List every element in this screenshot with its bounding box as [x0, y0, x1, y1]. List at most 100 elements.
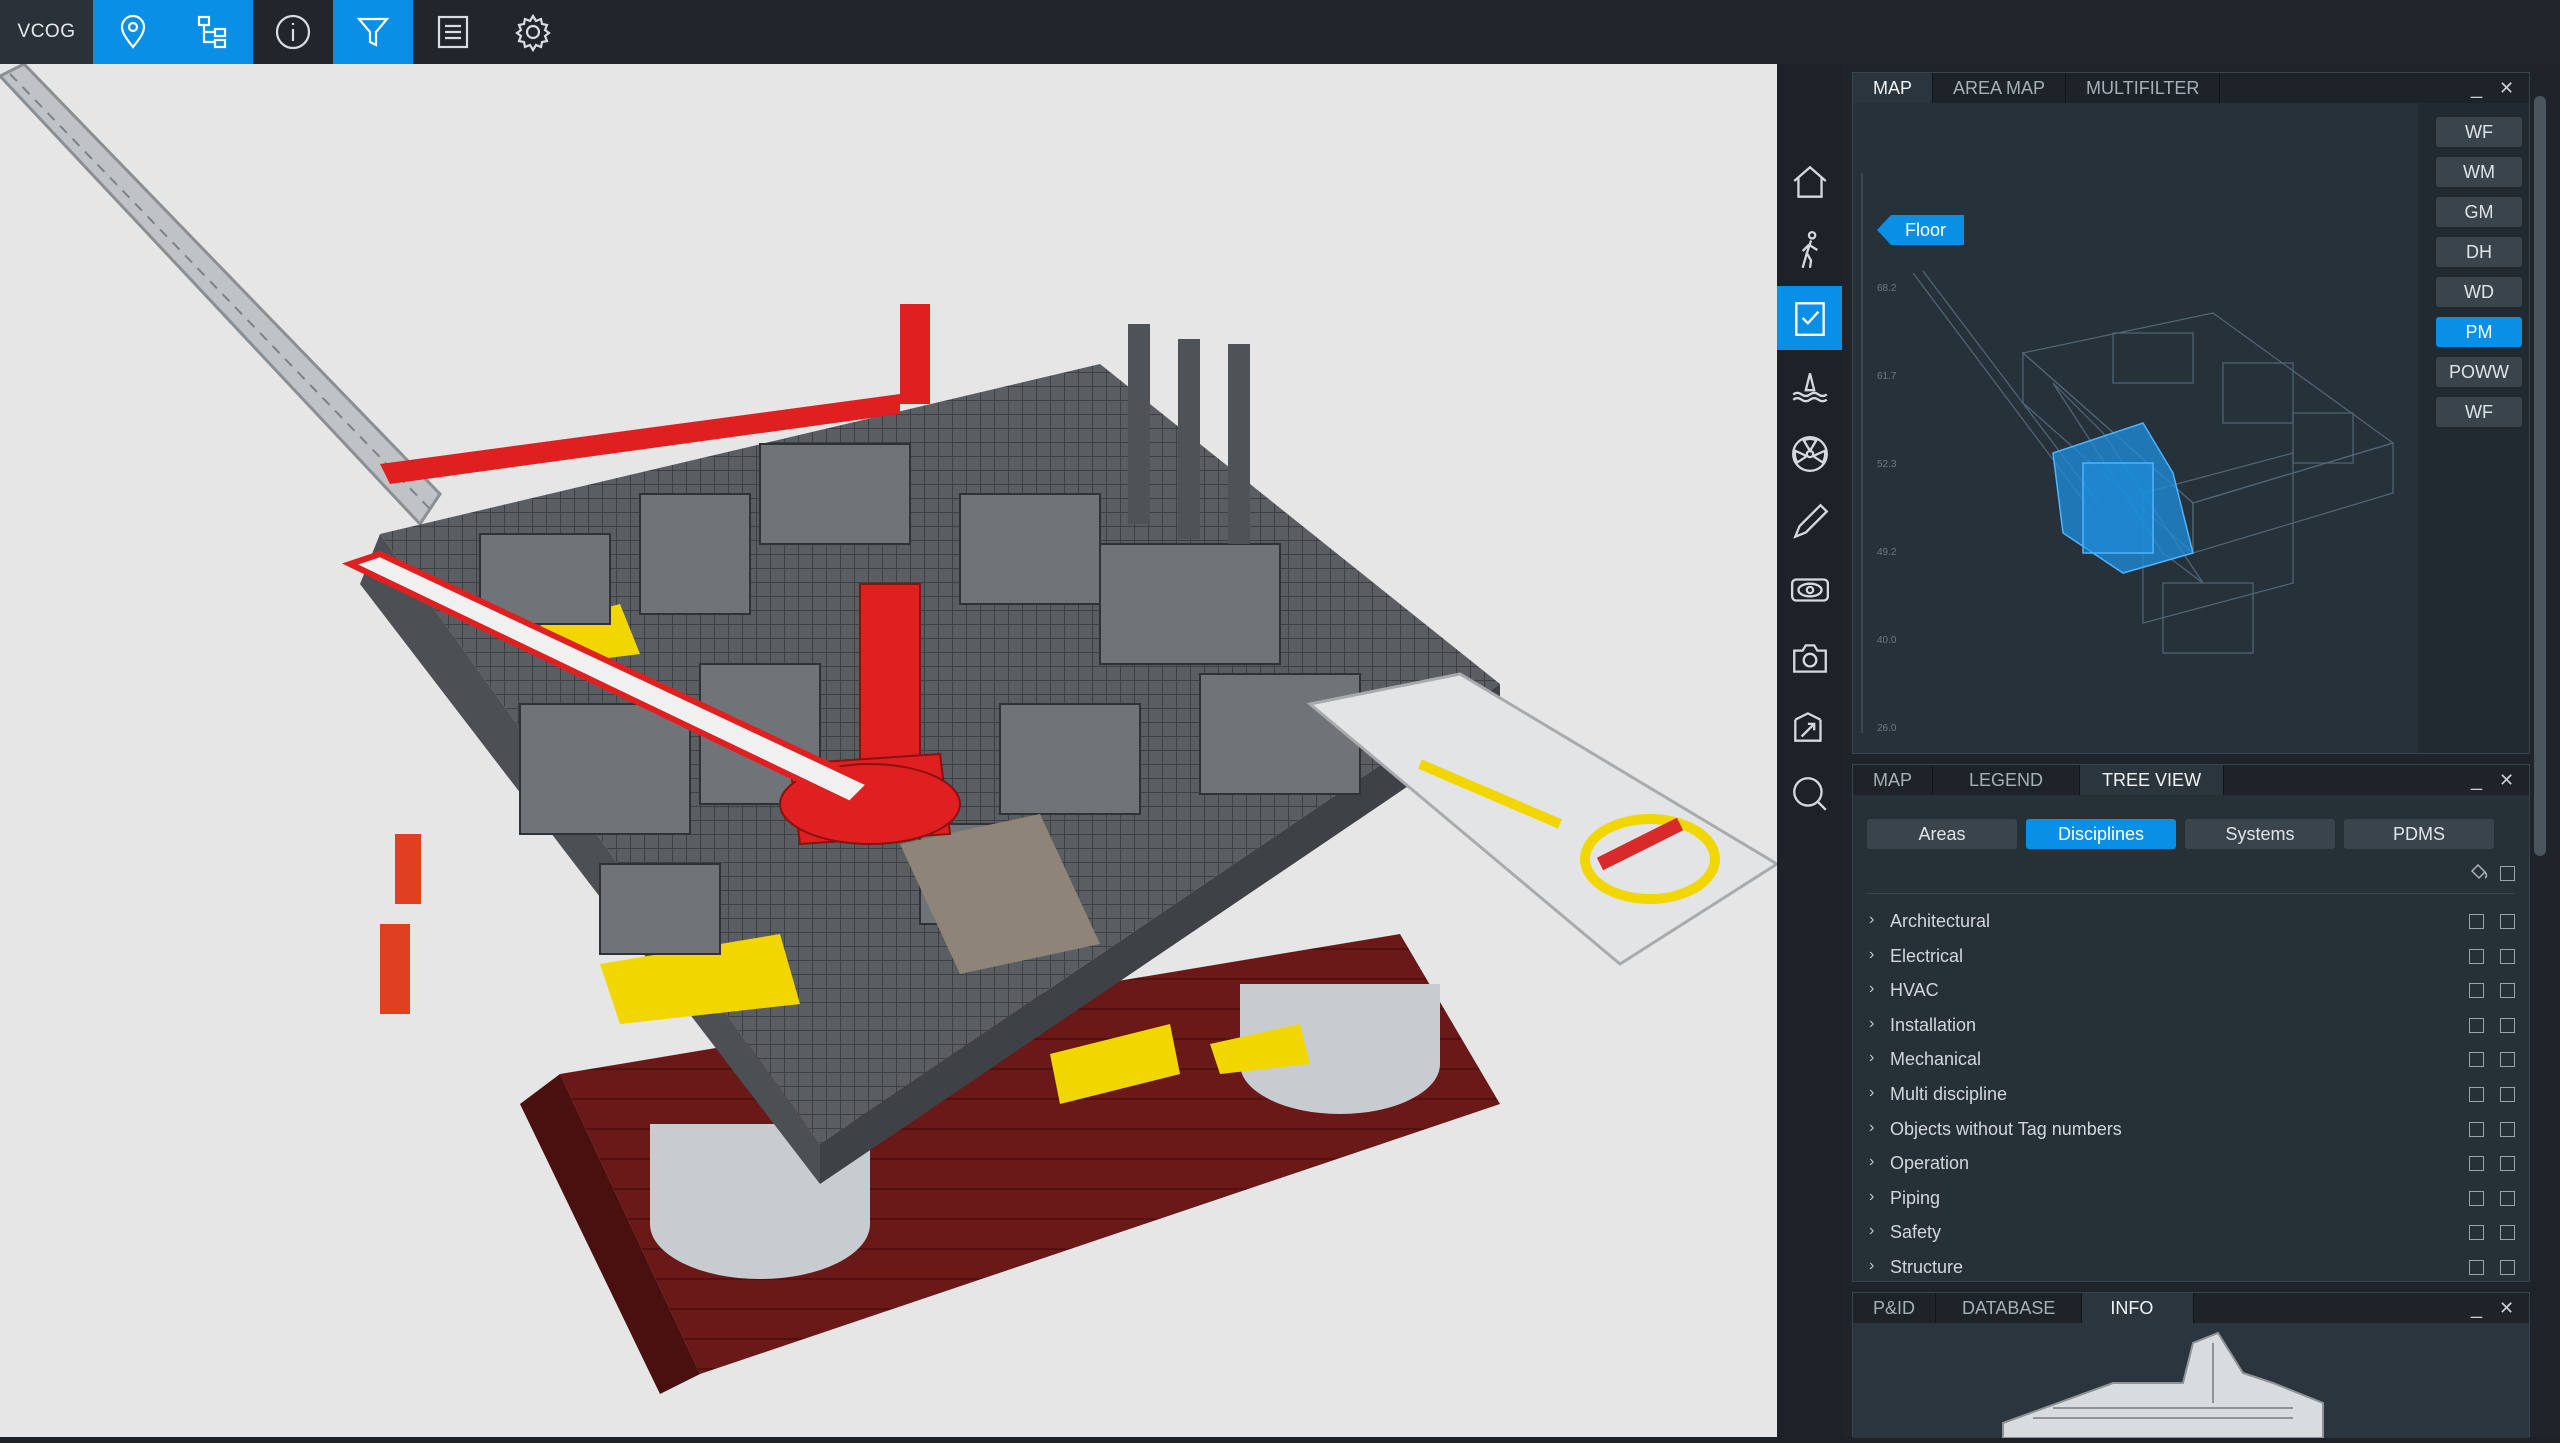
visibility-checkbox[interactable]	[2469, 948, 2484, 964]
select-checkbox[interactable]	[2500, 983, 2515, 999]
notes-button[interactable]	[1777, 286, 1842, 350]
top-toolbar: VCOG	[0, 0, 2560, 64]
tree-item[interactable]: › Multi discipline	[1853, 1077, 2529, 1112]
tree-item[interactable]: › Piping	[1853, 1181, 2529, 1216]
level-button[interactable]: POWW	[2436, 357, 2522, 387]
tab-tree-view[interactable]: TREE VIEW	[2080, 765, 2225, 795]
chevron-right-icon[interactable]: ›	[1869, 981, 1883, 997]
tab-legend[interactable]: LEGEND	[1933, 765, 2081, 795]
segment-systems[interactable]: Systems	[2185, 819, 2335, 849]
minimize-button[interactable]: _	[2471, 765, 2482, 795]
select-checkbox[interactable]	[2500, 1225, 2515, 1241]
select-all-checkbox[interactable]	[2500, 866, 2515, 881]
select-checkbox[interactable]	[2500, 1052, 2515, 1068]
tab-area-map[interactable]: AREA MAP	[1933, 73, 2067, 103]
tree-item[interactable]: › Safety	[1853, 1215, 2529, 1250]
tree-item[interactable]: › Electrical	[1853, 939, 2529, 974]
segment-pdms[interactable]: PDMS	[2344, 819, 2494, 849]
app-brand: VCOG	[0, 0, 93, 64]
water-level-button[interactable]	[1777, 354, 1842, 418]
select-checkbox[interactable]	[2500, 1087, 2515, 1102]
select-checkbox[interactable]	[2500, 1156, 2515, 1172]
location-pin-button[interactable]	[93, 0, 173, 64]
close-button[interactable]: ✕	[2499, 1293, 2514, 1323]
tree-item[interactable]: › Mechanical	[1853, 1042, 2529, 1077]
tree-item[interactable]: › HVAC	[1853, 973, 2529, 1008]
chevron-right-icon[interactable]: ›	[1869, 1085, 1883, 1101]
info-button[interactable]	[253, 0, 333, 64]
panel-scrollbar[interactable]	[2534, 96, 2546, 856]
minimize-button[interactable]: _	[2471, 1293, 2482, 1323]
chevron-right-icon[interactable]: ›	[1869, 946, 1883, 962]
select-checkbox[interactable]	[2500, 948, 2515, 964]
level-button[interactable]: DH	[2436, 237, 2522, 267]
draw-button[interactable]	[1777, 490, 1842, 554]
close-button[interactable]: ✕	[2499, 765, 2514, 795]
list-document-button[interactable]	[413, 0, 493, 64]
level-button[interactable]: WM	[2436, 157, 2522, 187]
floor-badge: Floor	[1877, 215, 1965, 245]
tab-database[interactable]: DATABASE	[1936, 1293, 2083, 1323]
visibility-checkbox[interactable]	[2469, 1121, 2484, 1137]
filter-button[interactable]	[333, 0, 413, 64]
segment-disciplines[interactable]: Disciplines	[2026, 819, 2176, 849]
visibility-checkbox[interactable]	[2469, 1190, 2484, 1206]
chevron-right-icon[interactable]: ›	[1869, 1188, 1883, 1204]
walk-mode-button[interactable]	[1777, 218, 1842, 282]
tree-item[interactable]: › Installation	[1853, 1008, 2529, 1043]
selected-area-highlight	[2052, 422, 2194, 574]
visibility-checkbox[interactable]	[2469, 1052, 2484, 1068]
hierarchy-tree-button[interactable]	[173, 0, 253, 64]
select-checkbox[interactable]	[2500, 914, 2515, 929]
tab-map[interactable]: MAP	[1853, 73, 1934, 103]
search-button[interactable]	[1777, 762, 1842, 826]
floor-map[interactable]: Floor 68.2 61.7 52.3 49.2 40.0 26.0 WF W…	[1853, 103, 2529, 753]
select-checkbox[interactable]	[2500, 1190, 2515, 1206]
export-button[interactable]	[1777, 694, 1842, 758]
segment-areas[interactable]: Areas	[1867, 819, 2017, 849]
visibility-checkbox[interactable]	[2469, 1017, 2484, 1033]
location-pin-icon	[120, 14, 146, 49]
level-label: 61.7	[1877, 371, 1897, 382]
tab-multifilter[interactable]: MULTIFILTER	[2066, 73, 2221, 103]
select-checkbox[interactable]	[2500, 1017, 2515, 1033]
tab-map[interactable]: MAP	[1853, 765, 1934, 795]
chevron-right-icon[interactable]: ›	[1869, 1258, 1883, 1274]
select-checkbox[interactable]	[2500, 1260, 2515, 1275]
level-button-active[interactable]: PM	[2436, 317, 2522, 347]
tree-item[interactable]: › Objects without Tag numbers	[1853, 1112, 2529, 1147]
home-button[interactable]	[1777, 150, 1842, 214]
visibility-checkbox[interactable]	[2469, 1087, 2484, 1102]
filter-funnel-icon	[356, 17, 390, 47]
paint-bucket-icon[interactable]	[2469, 863, 2489, 881]
view-button[interactable]	[1777, 558, 1842, 622]
level-button[interactable]: GM	[2436, 197, 2522, 227]
settings-button[interactable]	[493, 0, 573, 64]
tab-info[interactable]: INFO	[2082, 1293, 2195, 1323]
3d-viewport[interactable]	[0, 64, 1777, 1437]
visibility-checkbox[interactable]	[2469, 914, 2484, 929]
chevron-right-icon[interactable]: ›	[1869, 1119, 1883, 1135]
visibility-checkbox[interactable]	[2469, 1156, 2484, 1172]
level-button[interactable]: WF	[2436, 397, 2522, 427]
visibility-checkbox[interactable]	[2469, 983, 2484, 999]
eye-icon	[1790, 578, 1829, 602]
chevron-right-icon[interactable]: ›	[1869, 1223, 1883, 1239]
level-button[interactable]: WF	[2436, 117, 2522, 147]
chevron-right-icon[interactable]: ›	[1869, 1015, 1883, 1031]
hazard-button[interactable]	[1777, 422, 1842, 486]
tree-item[interactable]: › Structure	[1853, 1250, 2529, 1285]
close-button[interactable]: ✕	[2499, 73, 2514, 103]
minimize-button[interactable]: _	[2471, 73, 2482, 103]
tree-item[interactable]: › Operation	[1853, 1146, 2529, 1181]
visibility-checkbox[interactable]	[2469, 1260, 2484, 1275]
screenshot-button[interactable]	[1777, 626, 1842, 690]
level-button[interactable]: WD	[2436, 277, 2522, 307]
tree-item[interactable]: › Architectural	[1853, 904, 2529, 939]
chevron-right-icon[interactable]: ›	[1869, 1154, 1883, 1170]
tab-pid[interactable]: P&ID	[1853, 1293, 1937, 1323]
visibility-checkbox[interactable]	[2469, 1225, 2484, 1241]
chevron-right-icon[interactable]: ›	[1869, 1050, 1883, 1066]
select-checkbox[interactable]	[2500, 1121, 2515, 1137]
chevron-right-icon[interactable]: ›	[1869, 912, 1883, 928]
